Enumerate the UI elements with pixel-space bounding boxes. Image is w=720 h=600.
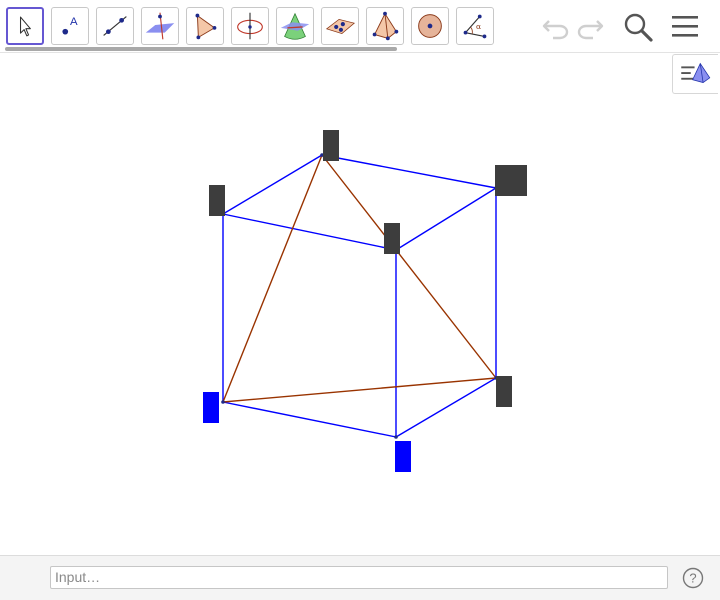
graphics-3d-view[interactable]: [0, 0, 720, 600]
cube-edge: [222, 154, 323, 215]
input-bar: Input… ?: [0, 555, 720, 600]
cube-edges: [222, 154, 497, 438]
vertex-point[interactable]: [221, 400, 225, 404]
graphics-3d-view-icon: [681, 62, 711, 83]
algebra-input-field[interactable]: Input…: [50, 566, 668, 589]
graphics-view-style-button[interactable]: [672, 54, 718, 94]
section-edges: [222, 154, 497, 403]
point-label-box[interactable]: [209, 185, 225, 216]
svg-text:?: ?: [689, 571, 696, 586]
point-label-box[interactable]: [203, 392, 219, 423]
vertex-point[interactable]: [394, 435, 398, 439]
point-label-box[interactable]: [496, 376, 512, 407]
section-edge: [321, 154, 497, 379]
point-label-boxes: [203, 130, 527, 472]
cube-edge: [321, 154, 497, 189]
cube-edge: [395, 377, 497, 438]
vertex-points: [221, 153, 498, 439]
cube-edge: [222, 401, 397, 438]
section-edge: [222, 377, 497, 403]
point-label-box[interactable]: [495, 165, 527, 196]
point-label-box[interactable]: [384, 223, 400, 254]
section-edge: [222, 154, 323, 403]
point-label-box[interactable]: [323, 130, 339, 161]
help-icon[interactable]: ?: [682, 567, 704, 589]
cube-edge: [222, 213, 397, 251]
point-label-box[interactable]: [395, 441, 411, 472]
cube-edge: [395, 187, 497, 251]
